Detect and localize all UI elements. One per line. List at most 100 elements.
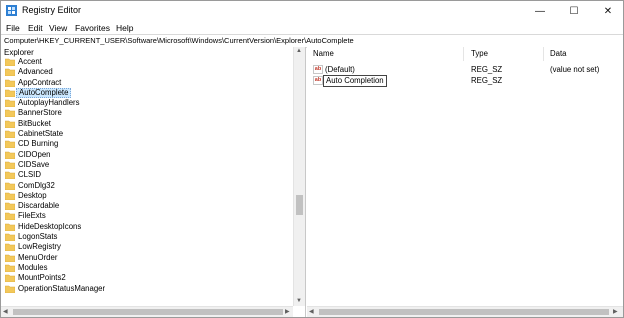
tree-key-item[interactable]: Desktop (1, 191, 293, 201)
tree-key-item[interactable]: AutoplayHandlers (1, 98, 293, 108)
tree-vscroll-thumb[interactable] (296, 195, 303, 215)
rename-value-input[interactable]: Auto Completion (323, 75, 387, 87)
folder-icon (5, 264, 15, 272)
tree-key-label: AutoComplete (16, 87, 72, 99)
registry-editor-window: Registry Editor — ☐ ✕ File Edit View Fav… (0, 0, 624, 318)
folder-icon (5, 120, 15, 128)
scroll-right-icon[interactable]: ▶ (285, 308, 290, 315)
column-header-data[interactable]: Data (544, 47, 622, 61)
close-icon: ✕ (603, 5, 613, 17)
tree-key-label: FileExts (18, 211, 46, 221)
folder-icon (5, 254, 15, 262)
title-bar: Registry Editor — ☐ ✕ (1, 1, 623, 21)
folder-icon (5, 244, 15, 252)
tree-horizontal-scrollbar[interactable]: ◀ ▶ (1, 306, 293, 317)
column-header-type[interactable]: Type (465, 47, 544, 61)
menu-help[interactable]: Help (116, 23, 133, 33)
tree-key-item[interactable]: Accent (1, 57, 293, 67)
tree-key-item[interactable]: AutoComplete (1, 87, 293, 99)
tree-key-label: OperationStatusManager (18, 283, 106, 293)
menu-file[interactable]: File (6, 23, 20, 33)
tree-key-item[interactable]: OperationStatusManager (1, 284, 293, 294)
scroll-left-icon[interactable]: ◀ (3, 308, 8, 315)
key-tree-list: Accent Advanced AppContract AutoComplete Aut… (1, 57, 293, 294)
menu-favorites[interactable]: Favorites (75, 23, 110, 33)
column-header-name[interactable]: Name (307, 47, 464, 61)
folder-icon (5, 58, 15, 66)
tree-key-label: CIDSave (18, 159, 50, 169)
tree-key-label: CLSID (18, 170, 41, 180)
value-row-auto-completion[interactable]: ab Auto Completion REG_SZ (307, 75, 623, 87)
tree-key-label: LogonStats (18, 232, 58, 242)
tree-key-label: ComDlg32 (18, 180, 55, 190)
tree-hscroll-thumb[interactable] (13, 309, 283, 315)
key-tree-pane: Explorer Accent Advanced AppContract AutoCo… (1, 47, 306, 317)
scroll-right-icon[interactable]: ▶ (613, 308, 618, 315)
tree-key-label: CD Burning (18, 139, 59, 149)
tree-root-explorer[interactable]: Explorer (4, 48, 34, 57)
tree-key-item[interactable]: LowRegistry (1, 242, 293, 252)
tree-key-item[interactable]: LogonStats (1, 232, 293, 242)
tree-key-label: LowRegistry (18, 242, 61, 252)
folder-icon (5, 202, 15, 211)
folder-icon (5, 274, 15, 283)
scroll-down-icon[interactable]: ▼ (296, 298, 302, 304)
folder-icon (5, 213, 15, 221)
string-value-icon: ab (313, 76, 323, 85)
folder-icon (5, 192, 15, 200)
tree-key-item[interactable]: CD Burning (1, 139, 293, 149)
value-data: (value not set) (550, 65, 600, 74)
tree-key-item[interactable]: BitBucket (1, 119, 293, 129)
tree-key-item[interactable]: Modules (1, 263, 293, 273)
folder-icon (5, 89, 15, 97)
tree-key-item[interactable]: HideDesktopIcons (1, 222, 293, 232)
menu-edit[interactable]: Edit (28, 23, 43, 33)
folder-icon (5, 130, 15, 139)
folder-icon (5, 223, 15, 231)
tree-key-item[interactable]: MountPoints2 (1, 273, 293, 283)
tree-key-item[interactable]: Discardable (1, 201, 293, 211)
folder-icon (5, 172, 15, 180)
values-horizontal-scrollbar[interactable]: ◀ ▶ (307, 306, 623, 317)
tree-key-label: AutoplayHandlers (18, 98, 80, 108)
address-bar[interactable]: Computer\HKEY_CURRENT_USER\Software\Micr… (1, 34, 623, 48)
tree-key-label: MenuOrder (18, 252, 58, 262)
folder-icon (5, 151, 15, 159)
folder-icon (5, 141, 15, 149)
value-name: (Default) (325, 65, 355, 74)
folder-icon (5, 79, 15, 87)
tree-key-label: Advanced (18, 67, 53, 77)
tree-key-item[interactable]: Advanced (1, 67, 293, 77)
tree-vertical-scrollbar[interactable]: ▲ ▼ (293, 47, 305, 306)
minimize-icon: — (535, 5, 545, 17)
tree-key-item[interactable]: FileExts (1, 211, 293, 221)
tree-key-item[interactable]: CIDOpen (1, 150, 293, 160)
tree-key-item[interactable]: MenuOrder (1, 253, 293, 263)
tree-key-label: Modules (18, 262, 48, 272)
menu-view[interactable]: View (49, 23, 67, 33)
tree-key-item[interactable]: CIDSave (1, 160, 293, 170)
scroll-up-icon[interactable]: ▲ (296, 48, 302, 54)
values-pane: Name Type Data ab (Default) REG_SZ (valu… (307, 47, 623, 317)
tree-key-item[interactable]: CabinetState (1, 129, 293, 139)
tree-key-label: AppContract (18, 77, 62, 87)
minimize-button[interactable]: — (523, 1, 557, 21)
tree-key-item[interactable]: CLSID (1, 170, 293, 180)
tree-key-item[interactable]: BannerStore (1, 108, 293, 118)
folder-icon (5, 110, 15, 118)
tree-key-item[interactable]: ComDlg32 (1, 181, 293, 191)
maximize-button[interactable]: ☐ (557, 1, 591, 21)
tree-key-label: BannerStore (18, 108, 62, 118)
close-button[interactable]: ✕ (591, 1, 623, 21)
window-title: Registry Editor (22, 5, 82, 15)
tree-key-label: CabinetState (18, 129, 64, 139)
value-row-default[interactable]: ab (Default) REG_SZ (value not set) (307, 64, 623, 75)
tree-key-label: HideDesktopIcons (18, 221, 82, 231)
tree-key-label: BitBucket (18, 118, 51, 128)
scroll-left-icon[interactable]: ◀ (309, 308, 314, 315)
values-hscroll-thumb[interactable] (319, 309, 609, 315)
tree-key-label: Discardable (18, 201, 60, 211)
tree-key-label: CIDOpen (18, 149, 51, 159)
folder-icon (5, 69, 15, 77)
tree-key-item[interactable]: AppContract (1, 78, 293, 88)
